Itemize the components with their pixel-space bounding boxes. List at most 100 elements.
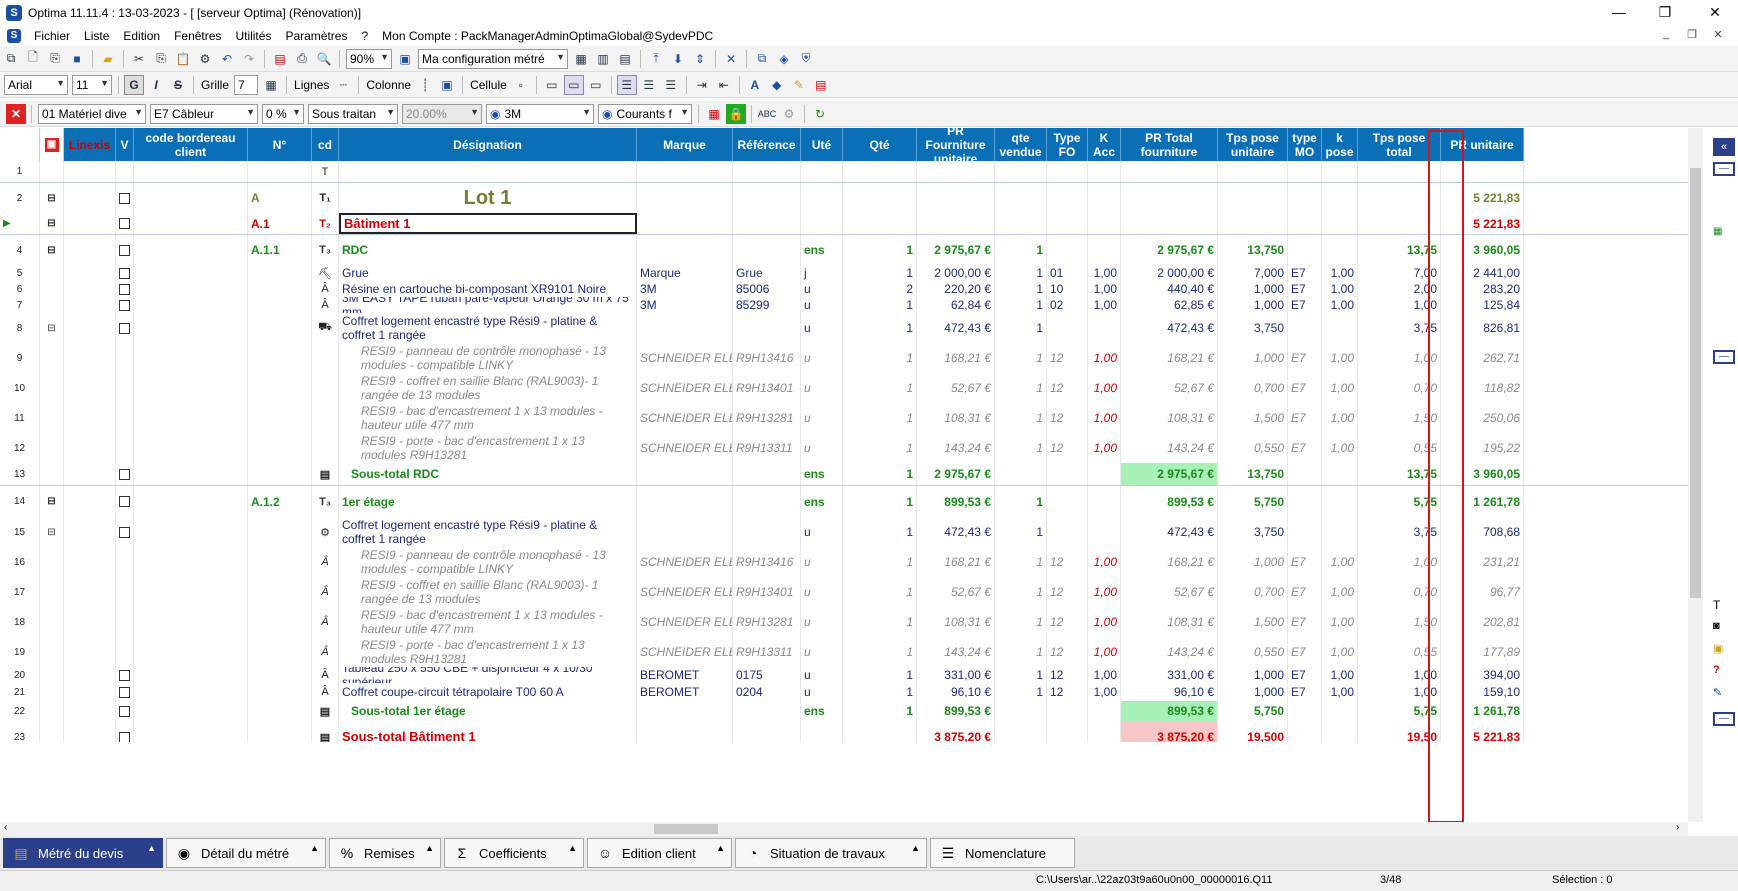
tfo-cell[interactable]: 10 bbox=[1047, 281, 1088, 297]
collapse-icon[interactable]: ⊟ bbox=[47, 496, 55, 507]
pdf-icon[interactable]: ▤ bbox=[270, 49, 290, 69]
ute-cell[interactable]: ens bbox=[801, 235, 843, 265]
row-indicator[interactable] bbox=[40, 547, 64, 577]
tps-cell[interactable] bbox=[1218, 183, 1288, 213]
header-pr-fourniture[interactable]: PR Fourniture unitaire bbox=[917, 128, 995, 166]
tfo-cell[interactable]: 12 bbox=[1047, 433, 1088, 463]
code-bordereau-cell[interactable] bbox=[134, 433, 248, 463]
tpst-cell[interactable]: 3,75 bbox=[1358, 517, 1441, 547]
numero-cell[interactable] bbox=[248, 667, 312, 683]
header-pr-total[interactable]: PR Total fourniture bbox=[1121, 128, 1218, 161]
delete-icon[interactable]: ✕ bbox=[6, 103, 26, 124]
code-bordereau-cell[interactable] bbox=[134, 607, 248, 637]
tmo-cell[interactable] bbox=[1288, 213, 1322, 234]
horizontal-scroll-thumb[interactable] bbox=[654, 824, 718, 834]
numero-cell[interactable] bbox=[248, 637, 312, 667]
sum-type-icon[interactable]: ▤ bbox=[312, 721, 339, 742]
qtev-cell[interactable] bbox=[995, 161, 1047, 182]
qtev-cell[interactable]: 1 bbox=[995, 577, 1047, 607]
prf-cell[interactable] bbox=[917, 161, 995, 182]
kacc-cell[interactable]: 1,00 bbox=[1088, 607, 1121, 637]
prt-cell[interactable] bbox=[1121, 183, 1218, 213]
tmo-cell[interactable] bbox=[1288, 721, 1322, 742]
kpose-cell[interactable]: 1,00 bbox=[1322, 265, 1358, 281]
qtev-cell[interactable]: 1 bbox=[995, 403, 1047, 433]
ref-cell[interactable]: 0175 bbox=[733, 667, 801, 683]
row-checkbox-cell[interactable] bbox=[116, 373, 134, 403]
gear-type-icon[interactable]: ⚙ bbox=[312, 517, 339, 547]
type-cell[interactable] bbox=[312, 373, 339, 403]
des-cell[interactable]: RESI9 - bac d'encastrement 1 x 13 module… bbox=[339, 607, 637, 637]
kacc-cell[interactable]: 1,00 bbox=[1088, 373, 1121, 403]
marque-cell[interactable]: SCHNEIDER ELEC bbox=[637, 577, 733, 607]
table-row[interactable]: 8 ⊟ ⛟ Coffret logement encastré type Rési9 … bbox=[0, 313, 1688, 343]
header-k-acc[interactable]: K Acc bbox=[1088, 128, 1121, 161]
kacc-cell[interactable]: 1,00 bbox=[1088, 637, 1121, 667]
mdi-close-button[interactable]: ✕ bbox=[1708, 28, 1728, 44]
prf-cell[interactable]: 3 875,20 € bbox=[917, 721, 995, 742]
prt-cell[interactable]: 52,67 € bbox=[1121, 577, 1218, 607]
table-row[interactable]: 14 ⊟ A.1.2 T₃ 1er étage ens 1 899,53 €1 899,53 €… bbox=[0, 485, 1688, 517]
tfo-cell[interactable]: 01 bbox=[1047, 265, 1088, 281]
tmo-cell[interactable] bbox=[1288, 486, 1322, 517]
qte-cell[interactable]: 1 bbox=[843, 313, 917, 343]
vertical-scroll-thumb[interactable] bbox=[1690, 168, 1701, 598]
prt-cell[interactable]: 143,24 € bbox=[1121, 433, 1218, 463]
paste-special-icon[interactable]: ⚙ bbox=[195, 49, 215, 69]
marque-cell[interactable]: SCHNEIDER ELEC bbox=[637, 547, 733, 577]
ute-cell[interactable]: u bbox=[801, 683, 843, 701]
tps-cell[interactable] bbox=[1218, 161, 1288, 182]
pru-cell[interactable]: 118,82 bbox=[1441, 373, 1524, 403]
settings-icon[interactable]: ⚙ bbox=[779, 104, 799, 124]
row-checkbox[interactable] bbox=[119, 322, 130, 334]
kpose-cell[interactable]: 1,00 bbox=[1322, 403, 1358, 433]
tpst-cell[interactable]: 1,00 bbox=[1358, 667, 1441, 683]
tab-edition-client[interactable]: ☺ Edition client ▲ bbox=[587, 838, 732, 868]
menu-liste[interactable]: Liste bbox=[77, 29, 116, 43]
a-type-icon[interactable]: Ȃ bbox=[312, 547, 339, 577]
kpose-cell[interactable] bbox=[1322, 463, 1358, 485]
tfo-cell[interactable]: 12 bbox=[1047, 403, 1088, 433]
row-checkbox-cell[interactable] bbox=[116, 517, 134, 547]
ref-cell[interactable] bbox=[733, 183, 801, 213]
maximize-button[interactable]: ❐ bbox=[1642, 0, 1688, 26]
marque-cell[interactable] bbox=[637, 486, 733, 517]
row-checkbox-cell[interactable] bbox=[116, 637, 134, 667]
bold-button[interactable]: G bbox=[124, 74, 144, 95]
numero-cell[interactable] bbox=[248, 281, 312, 297]
config-table-icon[interactable]: ▥ bbox=[593, 49, 613, 69]
des-cell[interactable]: Sous-total Bâtiment 1 bbox=[339, 721, 637, 742]
redo-icon[interactable]: ↷ bbox=[239, 49, 259, 69]
marque-cell[interactable] bbox=[637, 213, 733, 234]
linexis-cell[interactable] bbox=[64, 343, 116, 373]
tpst-cell[interactable] bbox=[1358, 213, 1441, 234]
row-indicator[interactable] bbox=[40, 297, 64, 313]
ref-cell[interactable] bbox=[733, 486, 801, 517]
row-checkbox[interactable] bbox=[119, 705, 130, 717]
prf-cell[interactable]: 2 000,00 € bbox=[917, 265, 995, 281]
tab-nomenclature[interactable]: ☰ Nomenclature bbox=[930, 838, 1075, 868]
tmo-cell[interactable] bbox=[1288, 235, 1322, 265]
prf-cell[interactable]: 52,67 € bbox=[917, 577, 995, 607]
kacc-cell[interactable] bbox=[1088, 486, 1121, 517]
type-cell[interactable] bbox=[312, 403, 339, 433]
header-linexis[interactable]: Linexis bbox=[64, 128, 116, 161]
format-clear-icon[interactable]: ▤ bbox=[811, 75, 831, 95]
prt-cell[interactable]: 440,40 € bbox=[1121, 281, 1218, 297]
table-row[interactable]: 21 Ȃ Coffret coupe-circuit tétrapolaire T0… bbox=[0, 683, 1688, 701]
tps-cell[interactable]: 5,750 bbox=[1218, 701, 1288, 721]
tps-cell[interactable]: 1,500 bbox=[1218, 607, 1288, 637]
linexis-cell[interactable] bbox=[64, 701, 116, 721]
tps-cell[interactable]: 1,000 bbox=[1218, 683, 1288, 701]
ute-cell[interactable]: u bbox=[801, 297, 843, 313]
numero-cell[interactable]: A.1.1 bbox=[248, 235, 312, 265]
menu-fichier[interactable]: Fichier bbox=[27, 29, 77, 43]
panel-text-icon[interactable]: T bbox=[1713, 598, 1735, 612]
des-cell[interactable]: 3M EASY TAPE ruban pare-vapeur Orange 30… bbox=[339, 297, 637, 313]
collapse-icon[interactable]: ⊟ bbox=[47, 193, 55, 204]
qte-cell[interactable]: 1 bbox=[843, 403, 917, 433]
pru-cell[interactable]: 3 960,05 bbox=[1441, 463, 1524, 485]
row-checkbox-cell[interactable] bbox=[116, 721, 134, 742]
marque-cell[interactable]: SCHNEIDER ELEC bbox=[637, 607, 733, 637]
ute-cell[interactable]: u bbox=[801, 403, 843, 433]
